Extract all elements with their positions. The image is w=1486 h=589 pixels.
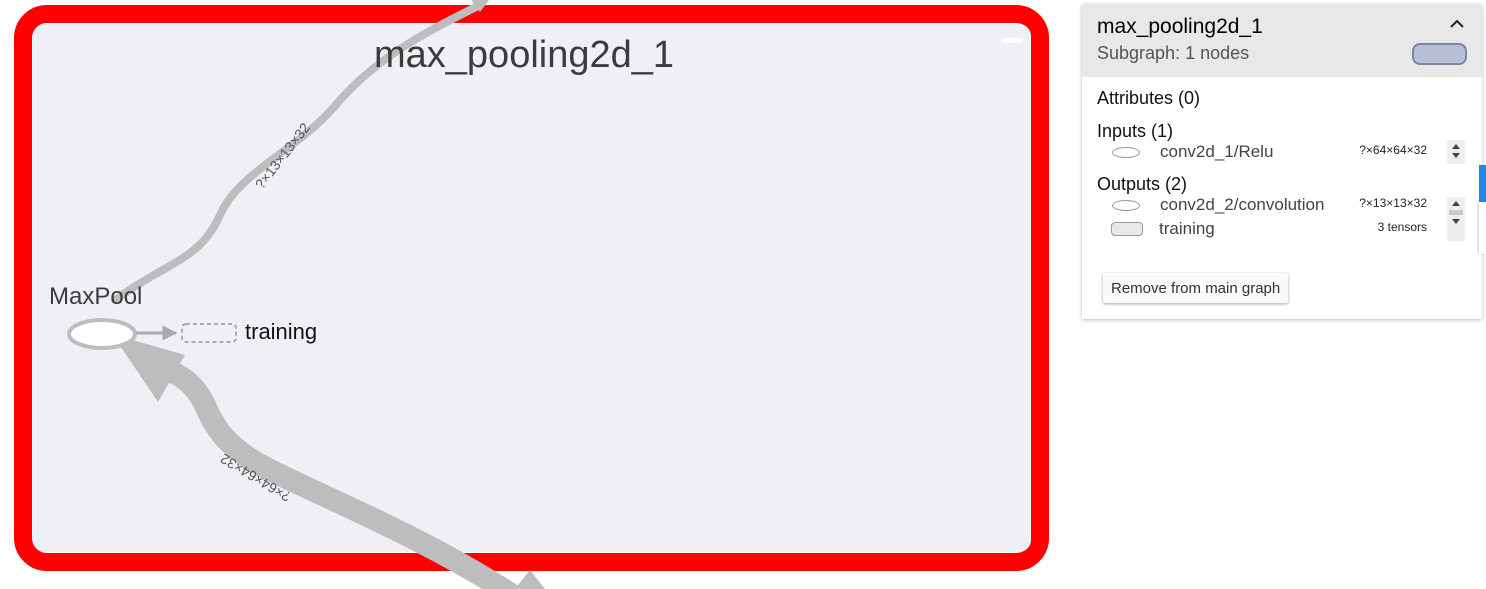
output-row[interactable]: training 3 tensors bbox=[1097, 217, 1467, 241]
inputs-section: Inputs (1) conv2d_1/Relu ?×64×64×32 bbox=[1097, 122, 1467, 164]
output-name[interactable]: conv2d_2/convolution bbox=[1160, 195, 1324, 215]
output-row[interactable]: conv2d_2/convolution ?×13×13×32 bbox=[1097, 193, 1467, 217]
group-title: max_pooling2d_1 bbox=[374, 34, 675, 76]
attributes-section: Attributes (0) bbox=[1097, 89, 1467, 107]
op-label: MaxPool bbox=[49, 283, 143, 310]
meta-node-icon bbox=[1111, 222, 1143, 236]
inputs-title[interactable]: Inputs (1) bbox=[1097, 122, 1467, 140]
node-color-swatch bbox=[1412, 43, 1467, 65]
group-node-box[interactable] bbox=[33, 24, 1031, 552]
outputs-section: Outputs (2) conv2d_2/convolution ?×13×13… bbox=[1097, 175, 1467, 241]
node-info-panel: max_pooling2d_1 Subgraph: 1 nodes Attrib… bbox=[1082, 4, 1482, 319]
scroll-thumb[interactable] bbox=[1449, 210, 1463, 215]
scroll-up-icon[interactable] bbox=[1452, 144, 1460, 149]
attributes-title[interactable]: Attributes (0) bbox=[1097, 89, 1467, 107]
input-edge-arrowhead-bottom bbox=[515, 570, 545, 589]
remove-from-main-graph-button[interactable]: Remove from main graph bbox=[1103, 273, 1289, 303]
info-panel-header: max_pooling2d_1 Subgraph: 1 nodes bbox=[1082, 4, 1482, 77]
group-collapse-button[interactable] bbox=[1003, 38, 1023, 43]
info-panel-body: Attributes (0) Inputs (1) conv2d_1/Relu … bbox=[1082, 77, 1482, 241]
op-node-icon bbox=[1112, 146, 1140, 158]
outputs-title[interactable]: Outputs (2) bbox=[1097, 175, 1467, 193]
training-node[interactable] bbox=[181, 323, 237, 343]
output-shape: ?×13×13×32 bbox=[1359, 196, 1427, 210]
input-row[interactable]: conv2d_1/Relu ?×64×64×32 bbox=[1097, 140, 1467, 164]
scroll-up-icon[interactable] bbox=[1452, 201, 1460, 206]
input-shape: ?×64×64×32 bbox=[1359, 143, 1427, 157]
inputs-scrollbar[interactable] bbox=[1447, 140, 1465, 164]
maxpool-op-node[interactable] bbox=[67, 318, 137, 350]
sidebar-edge bbox=[1479, 202, 1486, 254]
op-node-icon bbox=[1112, 199, 1140, 211]
scroll-down-icon[interactable] bbox=[1452, 153, 1460, 158]
training-node-label: training bbox=[245, 319, 318, 344]
output-name[interactable]: training bbox=[1159, 219, 1215, 239]
sidebar-toggle-accent[interactable] bbox=[1479, 165, 1486, 202]
scroll-down-icon[interactable] bbox=[1452, 219, 1460, 224]
panel-title: max_pooling2d_1 bbox=[1097, 15, 1263, 38]
output-shape: 3 tensors bbox=[1377, 220, 1427, 234]
chevron-up-icon[interactable] bbox=[1450, 14, 1464, 32]
input-name[interactable]: conv2d_1/Relu bbox=[1160, 142, 1273, 162]
tensorboard-graph-view: ?×13×13×32 ?×64×64×32 max_pooling2d_1 Ma… bbox=[0, 0, 1486, 589]
outputs-scrollbar[interactable] bbox=[1447, 197, 1465, 241]
